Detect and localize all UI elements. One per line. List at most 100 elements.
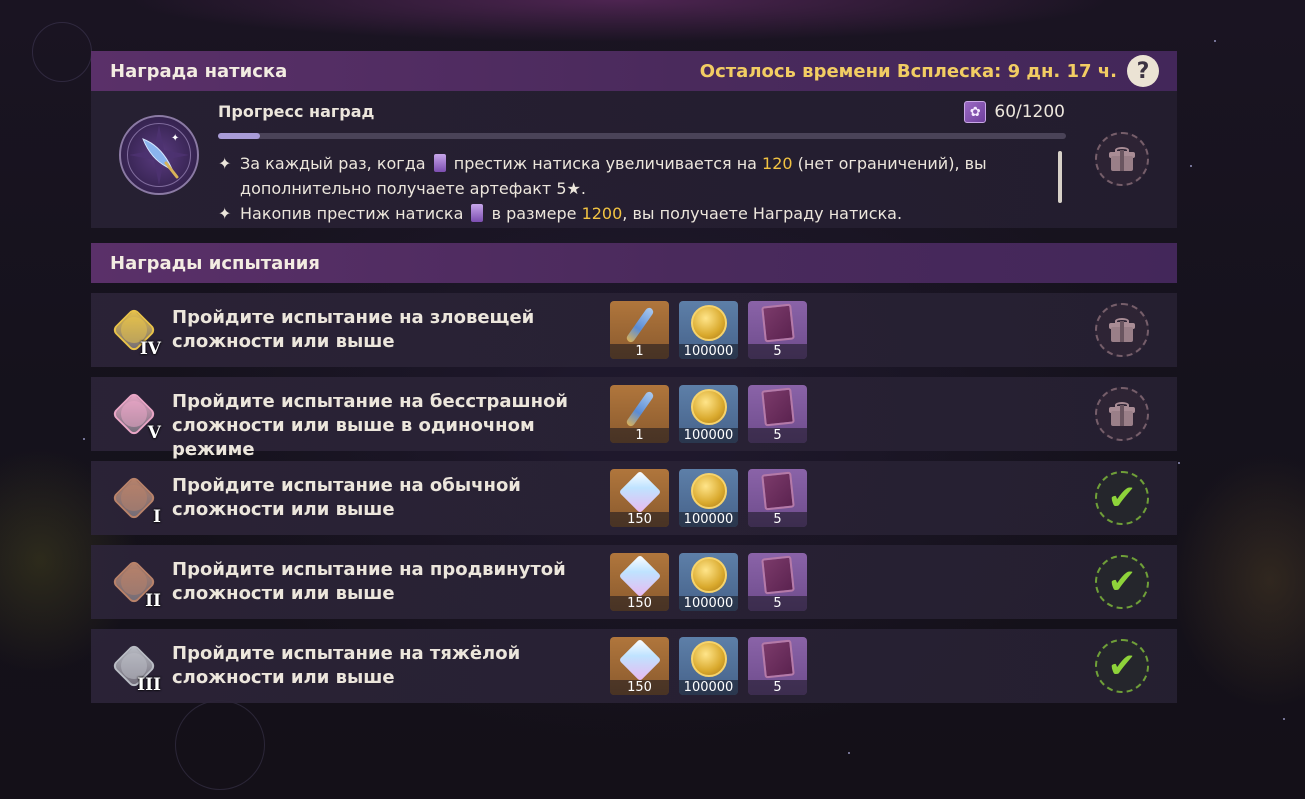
reward-item[interactable]: 5 xyxy=(748,553,807,611)
difficulty-emblem-icon: IV xyxy=(107,303,161,359)
exp-book-icon xyxy=(760,639,795,679)
reward-item[interactable]: 150 xyxy=(610,637,669,695)
help-button[interactable]: ? xyxy=(1127,55,1159,87)
reward-quantity: 5 xyxy=(748,512,807,527)
reward-item[interactable]: 5 xyxy=(748,469,807,527)
abyss-reward-header: Награда натиска Осталось времени Всплеск… xyxy=(91,51,1177,91)
reward-item[interactable]: 150 xyxy=(610,553,669,611)
reward-item[interactable]: 5 xyxy=(748,301,807,359)
abyss-medal-icon: ✦ xyxy=(119,115,199,195)
reward-item[interactable]: 5 xyxy=(748,385,807,443)
difficulty-emblem-icon: V xyxy=(107,387,161,443)
svg-text:✦: ✦ xyxy=(171,133,179,144)
sparkle-bullet-icon: ✦ xyxy=(218,204,232,223)
exp-book-icon xyxy=(760,387,795,427)
exp-book-icon xyxy=(760,471,795,511)
challenge-description-line: Пройдите испытание на продвинутой xyxy=(172,559,566,580)
prestige-icon xyxy=(471,204,484,222)
quill-icon: ✦ xyxy=(129,125,189,185)
exp-book-icon xyxy=(760,303,795,343)
difficulty-emblem-icon: III xyxy=(107,639,161,695)
difficulty-numeral: IV xyxy=(139,339,161,359)
progress-title: Прогресс наград xyxy=(218,102,375,121)
reward-item[interactable]: 100000 xyxy=(679,301,738,359)
progress-count: ✿ 60/1200 xyxy=(964,101,1065,123)
reward-quantity: 150 xyxy=(610,512,669,527)
reward-item[interactable]: 100000 xyxy=(679,469,738,527)
prestige-icon: ✿ xyxy=(964,101,987,123)
challenge-row: II Пройдите испытание на продвинутой сложн… xyxy=(91,545,1177,619)
quill-artifact-icon xyxy=(624,305,655,345)
gift-icon xyxy=(1109,318,1135,342)
reward-items: 1 100000 5 xyxy=(610,301,807,359)
reward-quantity: 1 xyxy=(610,344,669,359)
sparkle-bullet-icon: ✦ xyxy=(218,154,232,173)
primogem-icon xyxy=(618,470,661,514)
difficulty-emblem-icon: II xyxy=(107,555,161,611)
rules-scrollbar[interactable] xyxy=(1057,151,1063,211)
challenge-description-line: Пройдите испытание на тяжёлой xyxy=(172,643,521,664)
reward-items: 1 100000 5 xyxy=(610,385,807,443)
reward-items: 150 100000 5 xyxy=(610,469,807,527)
reward-quantity: 5 xyxy=(748,428,807,443)
completed-status: ✔ xyxy=(1095,555,1149,609)
mora-coin-icon xyxy=(690,305,727,341)
check-icon: ✔ xyxy=(1107,646,1137,686)
mora-coin-icon xyxy=(690,641,727,677)
reward-item[interactable]: 1 xyxy=(610,301,669,359)
check-icon: ✔ xyxy=(1107,562,1137,602)
rule-item: ✦ Накопив престиж натиска в размере 1200… xyxy=(218,201,1048,226)
reward-quantity: 5 xyxy=(748,344,807,359)
challenge-description-line: сложности или выше в одиночном режиме xyxy=(172,415,535,460)
reward-quantity: 100000 xyxy=(679,512,738,527)
challenge-description: Пройдите испытание на зловещей сложности … xyxy=(172,306,602,354)
reward-quantity: 100000 xyxy=(679,680,738,695)
gift-icon xyxy=(1109,147,1135,171)
reward-quantity: 5 xyxy=(748,680,807,695)
challenge-rewards-header: Награды испытания xyxy=(91,243,1177,283)
challenge-description: Пройдите испытание на бесстрашной сложнос… xyxy=(172,390,602,462)
mora-coin-icon xyxy=(690,473,727,509)
primogem-icon xyxy=(618,554,661,598)
challenge-description-line: Пройдите испытание на бесстрашной xyxy=(172,391,569,412)
abyss-reward-title: Награда натиска xyxy=(110,60,288,82)
challenge-description: Пройдите испытание на тяжёлой сложности и… xyxy=(172,642,602,690)
progress-count-text: 60/1200 xyxy=(994,102,1065,122)
background-ring xyxy=(175,700,265,790)
reward-quantity: 150 xyxy=(610,596,669,611)
scrollbar-thumb[interactable] xyxy=(1058,151,1062,203)
difficulty-numeral: II xyxy=(145,591,161,611)
claim-gift-button[interactable] xyxy=(1095,303,1149,357)
abyss-reward-gift-button[interactable] xyxy=(1095,132,1149,186)
challenge-description-line: Пройдите испытание на зловещей xyxy=(172,307,535,328)
difficulty-emblem-icon: I xyxy=(107,471,161,527)
challenge-row: V Пройдите испытание на бесстрашной сложно… xyxy=(91,377,1177,460)
background-star xyxy=(848,752,850,754)
progress-track xyxy=(218,133,1066,139)
challenge-rewards-title: Награды испытания xyxy=(110,252,320,274)
challenge-description-line: сложности или выше xyxy=(172,583,395,604)
reward-item[interactable]: 100000 xyxy=(679,637,738,695)
reward-item[interactable]: 100000 xyxy=(679,385,738,443)
reward-quantity: 150 xyxy=(610,680,669,695)
background-star xyxy=(1190,165,1192,167)
reward-quantity: 5 xyxy=(748,596,807,611)
reward-item[interactable]: 150 xyxy=(610,469,669,527)
reward-item[interactable]: 100000 xyxy=(679,553,738,611)
quill-artifact-icon xyxy=(624,389,655,429)
rules-list: ✦ За каждый раз, когда престиж натиска у… xyxy=(218,151,1048,226)
challenge-description-line: Пройдите испытание на обычной xyxy=(172,475,521,496)
completed-status: ✔ xyxy=(1095,471,1149,525)
challenge-description-line: сложности или выше xyxy=(172,331,395,352)
background-star xyxy=(1283,718,1285,720)
claim-gift-button[interactable] xyxy=(1095,387,1149,441)
difficulty-numeral: V xyxy=(147,423,161,443)
challenge-description: Пройдите испытание на продвинутой сложнос… xyxy=(172,558,602,606)
challenge-description-line: сложности или выше xyxy=(172,667,395,688)
reward-items: 150 100000 5 xyxy=(610,637,807,695)
progress-fill xyxy=(218,133,261,139)
reward-quantity: 100000 xyxy=(679,428,738,443)
reward-item[interactable]: 5 xyxy=(748,637,807,695)
mora-coin-icon xyxy=(690,557,727,593)
reward-item[interactable]: 1 xyxy=(610,385,669,443)
